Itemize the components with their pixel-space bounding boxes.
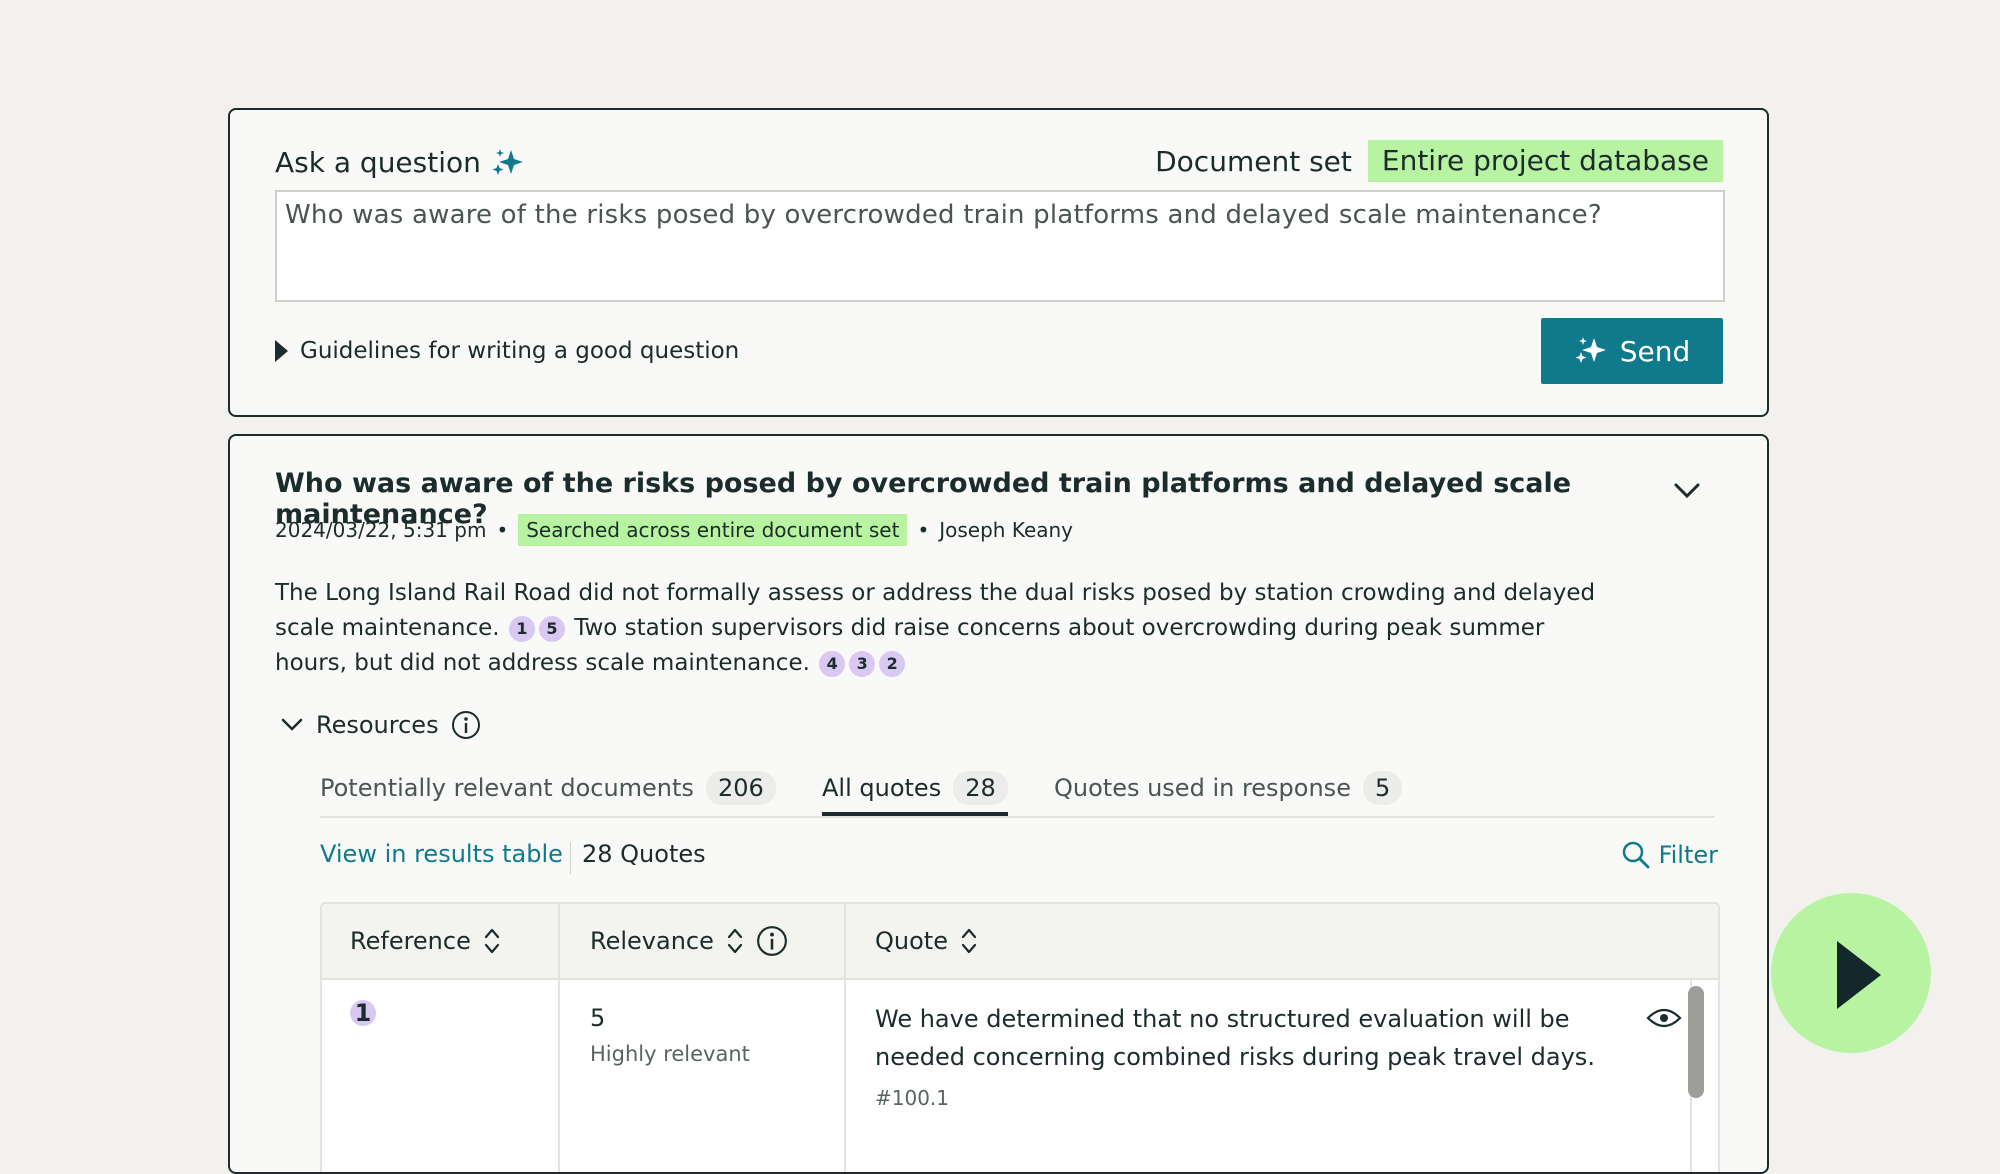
sort-icon[interactable] — [726, 926, 744, 956]
meta-dot: • — [496, 518, 509, 542]
results-toolbar: View in results table 28 Quotes Filter — [320, 840, 1718, 876]
info-icon[interactable] — [451, 710, 481, 740]
table-header: Reference Relevance Quote — [322, 904, 1718, 980]
answer-timestamp: 2024/03/22, 5:31 pm — [275, 518, 487, 542]
resources-tabs: Potentially relevant documents 206 All q… — [320, 766, 1715, 818]
count-badge: 28 — [953, 771, 1008, 805]
column-header-label: Relevance — [590, 927, 714, 955]
chevron-down-icon[interactable] — [1673, 482, 1701, 500]
tab-label: Potentially relevant documents — [320, 774, 694, 802]
meta-dot: • — [917, 518, 930, 542]
answer-panel: Who was aware of the risks posed by over… — [228, 434, 1769, 1174]
quotes-table: Reference Relevance Quote 1 5 Highly rel… — [320, 902, 1720, 1172]
chevron-down-icon — [281, 718, 303, 731]
column-header-label: Quote — [875, 927, 948, 955]
eye-icon[interactable] — [1646, 1006, 1682, 1030]
info-icon[interactable] — [756, 925, 788, 957]
sparkle-icon — [1575, 337, 1606, 363]
tab-all-quotes[interactable]: All quotes 28 — [822, 766, 1008, 816]
sparkle-icon — [492, 148, 523, 175]
search-icon — [1622, 841, 1649, 869]
citation-badge[interactable]: 2 — [879, 650, 906, 677]
relevance-score: 5 — [590, 1004, 606, 1032]
ask-question-panel: Ask a question Document set Entire proje… — [228, 108, 1769, 417]
document-set-value[interactable]: Entire project database — [1367, 140, 1723, 182]
citation-badge[interactable]: 3 — [849, 650, 876, 677]
play-icon — [1837, 941, 1881, 1009]
divider — [570, 842, 571, 874]
column-header-relevance[interactable]: Relevance — [590, 904, 788, 978]
quotes-count: 28 Quotes — [582, 840, 706, 868]
tab-potentially-relevant-documents[interactable]: Potentially relevant documents 206 — [320, 766, 776, 810]
answer-author: Joseph Keany — [939, 518, 1074, 542]
filter-label: Filter — [1658, 841, 1718, 869]
resources-label: Resources — [316, 711, 439, 739]
question-input[interactable]: Who was aware of the risks posed by over… — [275, 190, 1725, 302]
count-badge: 206 — [705, 771, 776, 805]
tab-label: All quotes — [822, 774, 942, 802]
column-divider — [558, 904, 560, 1172]
column-header-label: Reference — [350, 927, 471, 955]
resources-toggle[interactable]: Resources — [280, 710, 481, 740]
scrollbar-thumb[interactable] — [1688, 986, 1704, 1098]
guidelines-toggle[interactable]: Guidelines for writing a good question — [275, 338, 739, 364]
answer-text: The Long Island Rail Road did not formal… — [275, 576, 1615, 681]
send-label: Send — [1619, 334, 1691, 368]
citation-badge[interactable]: 5 — [538, 615, 565, 642]
quote-text: We have determined that no structured ev… — [875, 1005, 1595, 1071]
relevance-label: Highly relevant — [590, 1042, 750, 1066]
play-button[interactable] — [1771, 893, 1931, 1053]
tab-quotes-used-in-response[interactable]: Quotes used in response 5 — [1054, 766, 1403, 810]
filter-button[interactable]: Filter — [1621, 840, 1718, 870]
sort-icon[interactable] — [960, 926, 978, 956]
ask-question-label: Ask a question — [275, 146, 481, 179]
search-scope-badge: Searched across entire document set — [518, 514, 908, 546]
citation-badge[interactable]: 4 — [819, 650, 846, 677]
quote-id: #100.1 — [875, 1086, 950, 1110]
sort-icon[interactable] — [483, 926, 501, 956]
column-header-quote[interactable]: Quote — [875, 904, 978, 978]
guidelines-label: Guidelines for writing a good question — [300, 338, 740, 364]
document-set-label: Document set — [1155, 144, 1352, 178]
tab-label: Quotes used in response — [1054, 774, 1351, 802]
count-badge: 5 — [1362, 771, 1403, 805]
view-in-results-table-link[interactable]: View in results table — [320, 840, 563, 868]
answer-meta: 2024/03/22, 5:31 pm • Searched across en… — [275, 514, 1073, 546]
ask-question-title: Ask a question — [275, 146, 525, 179]
reference-badge[interactable]: 1 — [350, 1000, 376, 1026]
column-header-reference[interactable]: Reference — [350, 904, 501, 978]
caret-right-icon — [275, 340, 288, 362]
document-set-selector[interactable]: Document set Entire project database — [1155, 140, 1723, 182]
column-divider — [844, 904, 846, 1172]
citation-badge[interactable]: 1 — [508, 615, 535, 642]
send-button[interactable]: Send — [1541, 318, 1723, 384]
